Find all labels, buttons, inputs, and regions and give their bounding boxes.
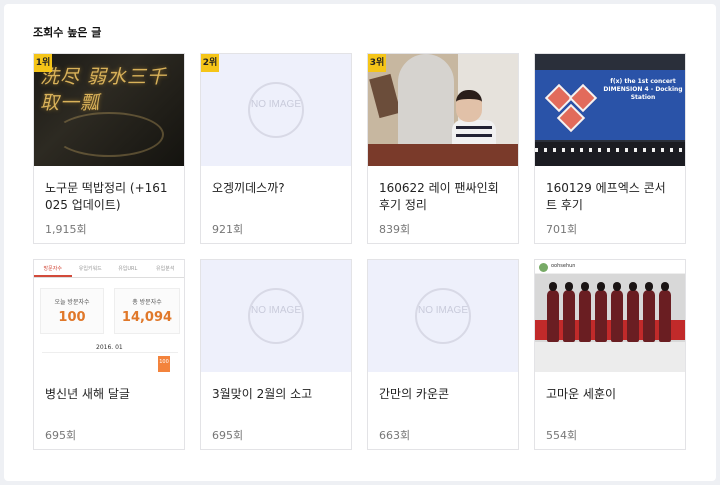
photo-person (563, 282, 575, 342)
total-visitors-label: 총 방문자수 (132, 299, 162, 306)
post-card[interactable]: oohsehun 고마운 세훈이 554회 (534, 259, 686, 450)
total-visitors-value: 14,094 (121, 310, 173, 325)
avatar (539, 263, 548, 272)
view-count: 554회 (546, 429, 578, 442)
view-count: 695회 (212, 429, 244, 442)
section-title: 조회수 높은 글 (33, 26, 102, 39)
post-title[interactable]: 노구문 떡밥정리 (+161025 업데이트) (45, 180, 175, 214)
post-card[interactable]: NO IMAGE 3월맞이 2월의 소고 695회 (200, 259, 352, 450)
post-title[interactable]: 고마운 세훈이 (546, 386, 676, 403)
post-thumbnail[interactable]: 방문자수 유입키워드 유입URL 유입분석 오늘 방문자수 100 총 방문자수… (34, 260, 184, 372)
calligraphy-image: 洗尽 弱水三千取一瓢 (40, 66, 168, 114)
photo-table (368, 144, 518, 166)
chart-axis (42, 352, 178, 353)
post-thumbnail[interactable]: 3위 (368, 54, 518, 166)
post-title[interactable]: 오겡끼데스까? (212, 180, 342, 197)
post-title[interactable]: 160622 레이 팬싸인회 후기 정리 (379, 180, 509, 214)
post-grid: 1위 洗尽 弱水三千取一瓢 노구문 떡밥정리 (+161025 업데이트) 1,… (33, 53, 686, 450)
photo-stripe (456, 126, 492, 129)
photo-person (595, 282, 607, 342)
banner-text: f(x) the 1st concert DIMENSION 4 - Docki… (603, 78, 683, 101)
post-thumbnail[interactable]: 2위 NO IMAGE (201, 54, 351, 166)
photo-person-head (456, 90, 482, 122)
chart-date: 2016. 01 (96, 344, 123, 351)
photo-person (579, 282, 591, 342)
username: oohsehun (551, 263, 576, 269)
app-tabs: 방문자수 유입키워드 유입URL 유입분석 (34, 260, 184, 278)
app-tab: 방문자수 (34, 260, 72, 277)
no-image-placeholder: NO IMAGE (248, 288, 304, 344)
photo-person-hoodie (398, 54, 454, 154)
decorative-swirl (54, 112, 164, 157)
view-count: 839회 (379, 223, 411, 236)
photo-board (369, 73, 401, 119)
no-image-placeholder: NO IMAGE (248, 82, 304, 138)
view-count: 701회 (546, 223, 578, 236)
today-visitors-value: 100 (58, 310, 86, 325)
rank-badge: 2위 (201, 54, 219, 72)
post-title[interactable]: 병신년 새해 달글 (45, 386, 175, 403)
photo-person (643, 282, 655, 342)
photo-person (627, 282, 639, 342)
post-thumbnail[interactable]: NO IMAGE (201, 260, 351, 372)
no-image-placeholder: NO IMAGE (415, 288, 471, 344)
post-card[interactable]: 2위 NO IMAGE 오겡끼데스까? 921회 (200, 53, 352, 244)
post-card[interactable]: 3위 160622 레이 팬싸인회 후기 정리 839회 (367, 53, 519, 244)
photo-stripe (456, 134, 492, 137)
photo-person (611, 282, 623, 342)
today-visitors-label: 오늘 방문자수 (54, 299, 90, 306)
rank-badge: 3위 (368, 54, 386, 72)
rank-badge: 1위 (34, 54, 52, 72)
view-count: 663회 (379, 429, 411, 442)
stage-lights (535, 148, 685, 152)
post-thumbnail[interactable]: 1위 洗尽 弱水三千取一瓢 (34, 54, 184, 166)
post-card[interactable]: NO IMAGE 간만의 카운콘 663회 (367, 259, 519, 450)
post-thumbnail[interactable]: NO IMAGE (368, 260, 518, 372)
post-card[interactable]: 1위 洗尽 弱水三千取一瓢 노구문 떡밥정리 (+161025 업데이트) 1,… (33, 53, 185, 244)
chart-bar: 100 (158, 356, 170, 372)
popular-posts-panel: 조회수 높은 글 1위 洗尽 弱水三千取一瓢 노구문 떡밥정리 (+161025… (4, 4, 716, 481)
view-count: 1,915회 (45, 223, 87, 236)
view-count: 695회 (45, 429, 77, 442)
photo-header: oohsehun (535, 260, 685, 274)
post-card[interactable]: f(x) the 1st concert DIMENSION 4 - Docki… (534, 53, 686, 244)
today-visitors-box: 오늘 방문자수 100 (40, 288, 104, 334)
photo-person (547, 282, 559, 342)
post-card[interactable]: 방문자수 유입키워드 유입URL 유입분석 오늘 방문자수 100 총 방문자수… (33, 259, 185, 450)
app-tab: 유입키워드 (78, 266, 102, 272)
stage-floor (535, 142, 685, 166)
post-title[interactable]: 160129 에프엑스 콘서트 후기 (546, 180, 676, 214)
post-title[interactable]: 3월맞이 2월의 소고 (212, 386, 342, 403)
total-visitors-box: 총 방문자수 14,094 (114, 288, 180, 334)
view-count: 921회 (212, 223, 244, 236)
app-tab: 유입URL (118, 266, 138, 272)
post-thumbnail[interactable]: oohsehun (535, 260, 685, 372)
photo-floor (535, 342, 685, 372)
post-thumbnail[interactable]: f(x) the 1st concert DIMENSION 4 - Docki… (535, 54, 685, 166)
app-tab: 유입분석 (156, 266, 175, 272)
post-title[interactable]: 간만의 카운콘 (379, 386, 509, 403)
photo-person (659, 282, 671, 342)
